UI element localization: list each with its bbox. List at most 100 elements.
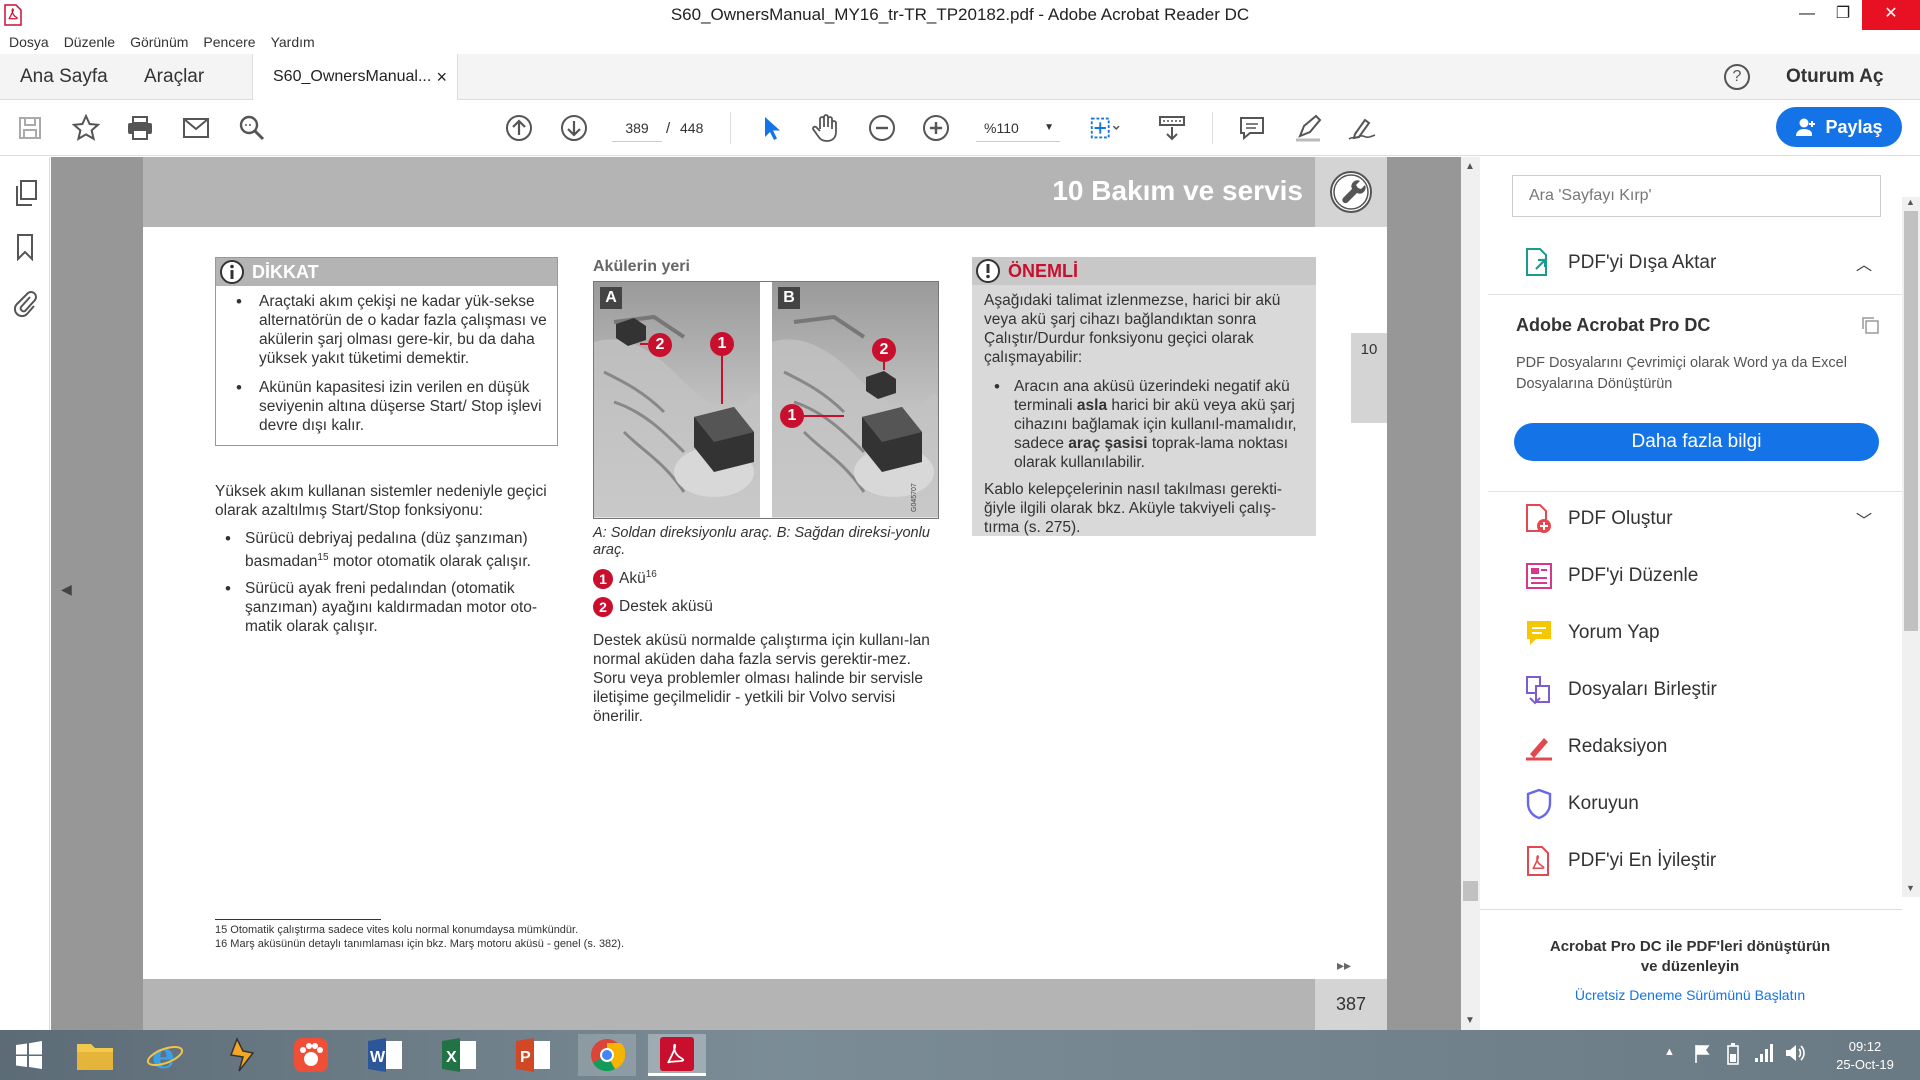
battery-power-icon[interactable] [1724, 1042, 1742, 1066]
scroll-thumb[interactable] [1463, 881, 1478, 901]
caution-title: DİKKAT [252, 261, 319, 282]
collapse-left-panel-icon[interactable]: ◀ [61, 581, 72, 598]
scroll-mode-icon[interactable] [1156, 112, 1188, 144]
hand-tool-icon[interactable] [810, 112, 842, 144]
acrobat-taskbar-icon[interactable] [648, 1034, 706, 1076]
scroll-down-icon[interactable]: ▼ [1906, 883, 1915, 893]
tools-pane: Ara 'Sayfayı Kırp' PDF'yi Dışa Aktar ︿ A… [1480, 157, 1920, 1030]
paw-app-icon[interactable] [282, 1034, 340, 1076]
tool-label: Dosyaları Birleştir [1568, 679, 1717, 700]
close-tab-icon[interactable]: × [436, 54, 447, 100]
page-footer: 387 [143, 979, 1387, 1030]
tab-home[interactable]: Ana Sayfa [20, 54, 108, 100]
sign-icon[interactable] [1346, 112, 1378, 144]
scroll-up-icon[interactable]: ▲ [1906, 197, 1915, 207]
chevron-up-icon[interactable]: ︿ [1856, 251, 1872, 275]
powerpoint-icon[interactable]: P [504, 1034, 562, 1076]
page-separator: / [666, 120, 671, 137]
zoom-value: %110 [984, 120, 1019, 136]
internet-explorer-icon[interactable]: e [136, 1034, 194, 1076]
free-trial-link[interactable]: Ücretsiz Deneme Sürümünü Başlatın [1540, 987, 1840, 1003]
show-hidden-icons[interactable]: ▲ [1664, 1046, 1675, 1058]
export-pdf-icon [1526, 248, 1547, 276]
menu-bar: Dosya Düzenle Görünüm Pencere Yardım [0, 30, 1920, 54]
tool-label: PDF'yi En İyileştir [1568, 850, 1717, 871]
more-info-button[interactable]: Daha fazla bilgi [1514, 423, 1879, 461]
tab-bar: Ana Sayfa Araçlar S60_OwnersManual... × … [0, 54, 1920, 101]
chapter-side-tab: 10 [1351, 333, 1387, 423]
svg-text:X: X [446, 1049, 457, 1066]
tool-optimize-pdf[interactable]: PDF'yi En İyileştir [1524, 841, 1716, 881]
word-icon[interactable]: W [356, 1034, 414, 1076]
zoom-in-icon[interactable] [920, 112, 952, 144]
tool-protect[interactable]: Koruyun [1524, 784, 1639, 824]
page-thumbnails-icon[interactable] [14, 179, 38, 207]
footnote-ref-16[interactable]: 16 [646, 569, 657, 580]
zoom-select[interactable]: %110 ▼ [976, 114, 1060, 142]
flag-icon[interactable] [1694, 1044, 1712, 1064]
start-button[interactable] [0, 1034, 58, 1076]
panel-divider [1488, 491, 1902, 492]
menu-help[interactable]: Yardım [262, 30, 315, 50]
share-button[interactable]: Paylaş [1776, 107, 1902, 147]
file-explorer-icon[interactable] [66, 1034, 124, 1076]
zoom-out-icon[interactable] [866, 112, 898, 144]
maximize-button[interactable]: ❐ [1820, 0, 1866, 30]
tool-create-pdf[interactable]: PDF Oluştur [1524, 499, 1673, 539]
export-pdf-header[interactable]: PDF'yi Dışa Aktar [1524, 243, 1716, 283]
tool-edit-pdf[interactable]: PDF'yi Düzenle [1524, 556, 1698, 596]
next-page-marker: ▸▸ [1337, 957, 1352, 973]
tool-redact[interactable]: Redaksiyon [1524, 727, 1667, 767]
winamp-icon[interactable] [208, 1034, 266, 1076]
star-icon[interactable] [70, 112, 102, 144]
select-tool-icon[interactable] [756, 112, 788, 144]
document-scrollbar[interactable]: ▲ ▼ [1461, 157, 1480, 1030]
scroll-up-icon[interactable]: ▲ [1465, 161, 1475, 172]
document-tab-label: S60_OwnersManual... [273, 68, 432, 85]
document-viewport[interactable]: ◀ ▶ 10 Bakım ve servis 10 DİKKAT Araçtak… [51, 157, 1489, 1030]
tool-comment[interactable]: Yorum Yap [1524, 613, 1660, 653]
tab-document[interactable]: S60_OwnersManual... × [252, 54, 458, 101]
highlight-icon[interactable] [1292, 112, 1324, 144]
tools-search-input[interactable]: Ara 'Sayfayı Kırp' [1512, 175, 1881, 217]
clock[interactable]: 09:12 25-Oct-19 [1820, 1038, 1910, 1074]
copy-icon[interactable] [1860, 315, 1880, 335]
sign-in-link[interactable]: Oturum Aç [1786, 54, 1883, 100]
excel-icon[interactable]: X [430, 1034, 488, 1076]
callout-1-b: 1 [780, 404, 804, 428]
footnote-ref-15[interactable]: 15 [317, 552, 328, 563]
menu-file[interactable]: Dosya [0, 30, 49, 50]
start-stop-paragraph: Yüksek akım kullanan sistemler nedeniyle… [215, 483, 547, 519]
tab-tools[interactable]: Araçlar [144, 54, 204, 100]
help-icon[interactable]: ? [1724, 64, 1750, 90]
signal-icon[interactable] [1754, 1042, 1774, 1064]
menu-edit[interactable]: Düzenle [55, 30, 115, 50]
page-number-input[interactable]: 389 [612, 114, 662, 142]
fit-page-icon[interactable] [1088, 112, 1120, 144]
tools-scroll-thumb[interactable] [1904, 211, 1918, 631]
panel-divider [1488, 294, 1902, 295]
volume-icon[interactable] [1784, 1042, 1806, 1064]
chrome-icon[interactable] [578, 1034, 636, 1076]
taskbar: e W X P ▲ 09:12 25-Oct-19 [0, 1030, 1920, 1080]
tool-combine-files[interactable]: Dosyaları Birleştir [1524, 670, 1717, 710]
bookmark-icon[interactable] [15, 233, 35, 261]
next-page-icon[interactable] [558, 112, 590, 144]
print-icon[interactable] [124, 112, 156, 144]
scroll-down-icon[interactable]: ▼ [1465, 1015, 1475, 1026]
legend-number-2: 2 [593, 597, 613, 617]
attachment-icon[interactable] [13, 289, 37, 317]
save-icon[interactable] [14, 112, 46, 144]
menu-view[interactable]: Görünüm [121, 30, 188, 50]
find-icon[interactable] [236, 112, 268, 144]
tools-scrollbar[interactable]: ▲ ▼ [1902, 197, 1920, 897]
menu-window[interactable]: Pencere [194, 30, 255, 50]
caution-item-1: Araçtaki akım çekişi ne kadar yük-sekse … [226, 292, 547, 368]
close-window-button[interactable]: ✕ [1862, 0, 1920, 30]
clock-date: 25-Oct-19 [1836, 1057, 1894, 1072]
share-label: Paylaş [1825, 116, 1883, 137]
chevron-down-icon[interactable]: ﹀ [1856, 507, 1872, 531]
email-icon[interactable] [180, 112, 212, 144]
comment-icon[interactable] [1236, 112, 1268, 144]
previous-page-icon[interactable] [503, 112, 535, 144]
